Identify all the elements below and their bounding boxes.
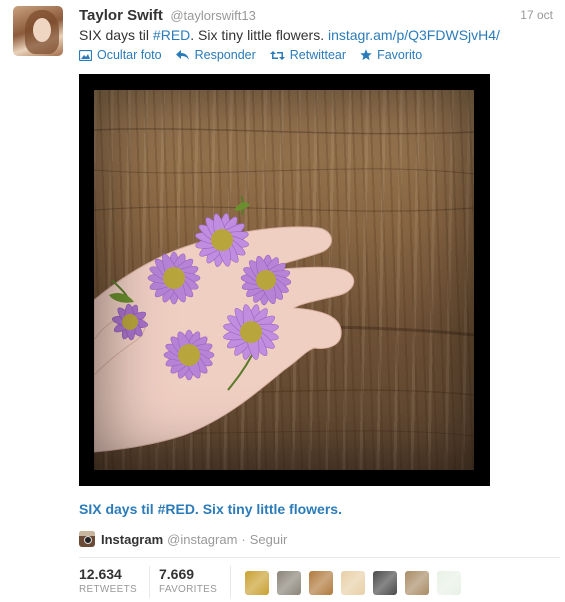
- photo-icon: [79, 49, 92, 61]
- favoriter-avatar[interactable]: [437, 571, 461, 595]
- source-name[interactable]: Instagram: [101, 532, 163, 547]
- reply-label: Responder: [194, 48, 256, 62]
- retweet-label: Retwittear: [289, 48, 347, 62]
- hashtag-link[interactable]: #RED: [153, 27, 190, 43]
- favoriter-avatar[interactable]: [277, 571, 301, 595]
- retweet-button[interactable]: Retwittear: [269, 48, 347, 62]
- retweets-label: RETWEETS: [79, 584, 137, 595]
- favoriter-avatar[interactable]: [405, 571, 429, 595]
- favorites-count: 7.669: [159, 566, 195, 582]
- stats-divider: [79, 557, 560, 558]
- source-separator: ·: [241, 531, 246, 547]
- hide-photo-button[interactable]: Ocultar foto: [79, 48, 162, 62]
- tweet: Taylor Swift @taylorswift13 17 oct SIX d…: [0, 0, 565, 602]
- tweet-text-middle: . Six tiny little flowers.: [190, 27, 328, 43]
- favoriter-avatar[interactable]: [309, 571, 333, 595]
- reply-button[interactable]: Responder: [175, 48, 256, 62]
- favoriter-avatar[interactable]: [373, 571, 397, 595]
- favorite-label: Favorito: [377, 48, 423, 62]
- retweets-count: 12.634: [79, 566, 122, 582]
- tweet-timestamp[interactable]: 17 oct: [520, 8, 553, 22]
- favorites-stat[interactable]: 7.669 FAVORITES: [159, 566, 217, 595]
- favorite-button[interactable]: Favorito: [360, 48, 422, 62]
- author-name[interactable]: Taylor Swift: [79, 7, 163, 24]
- tweet-text-prefix: SIX days til: [79, 27, 153, 43]
- instagram-photo[interactable]: [94, 90, 474, 470]
- source-handle[interactable]: @instagram: [167, 532, 237, 547]
- favorites-label: FAVORITES: [159, 584, 218, 595]
- retweets-stat[interactable]: 12.634 RETWEETS: [79, 566, 137, 595]
- tweet-header: Taylor Swift @taylorswift13 17 oct: [79, 7, 557, 27]
- reply-icon: [175, 49, 189, 60]
- instagram-url-link[interactable]: instagr.am/p/Q3FDWSjvH4/: [328, 27, 500, 43]
- flowers-in-hand-image: [94, 128, 474, 453]
- media-source: Instagram @instagram · Seguir: [79, 530, 287, 548]
- tweet-actions: Ocultar foto Responder Retwittear Favori…: [79, 46, 436, 64]
- star-icon: [360, 49, 372, 61]
- favoriters-avatars: [245, 571, 469, 595]
- instagram-icon[interactable]: [79, 531, 95, 547]
- author-avatar[interactable]: [13, 6, 63, 56]
- favoriter-avatar[interactable]: [245, 571, 269, 595]
- tweet-text: SIX days til #RED. Six tiny little flowe…: [79, 26, 559, 44]
- media-caption[interactable]: SIX days til #RED. Six tiny little flowe…: [79, 501, 342, 517]
- retweet-icon: [269, 50, 285, 60]
- media-frame[interactable]: [79, 74, 490, 486]
- stat-separator: [149, 566, 150, 598]
- author-handle[interactable]: @taylorswift13: [170, 8, 255, 23]
- avatar-face: [33, 18, 51, 42]
- hide-photo-label: Ocultar foto: [97, 48, 162, 62]
- favoriter-avatar[interactable]: [341, 571, 365, 595]
- stat-separator: [230, 566, 231, 598]
- follow-link[interactable]: Seguir: [250, 532, 288, 547]
